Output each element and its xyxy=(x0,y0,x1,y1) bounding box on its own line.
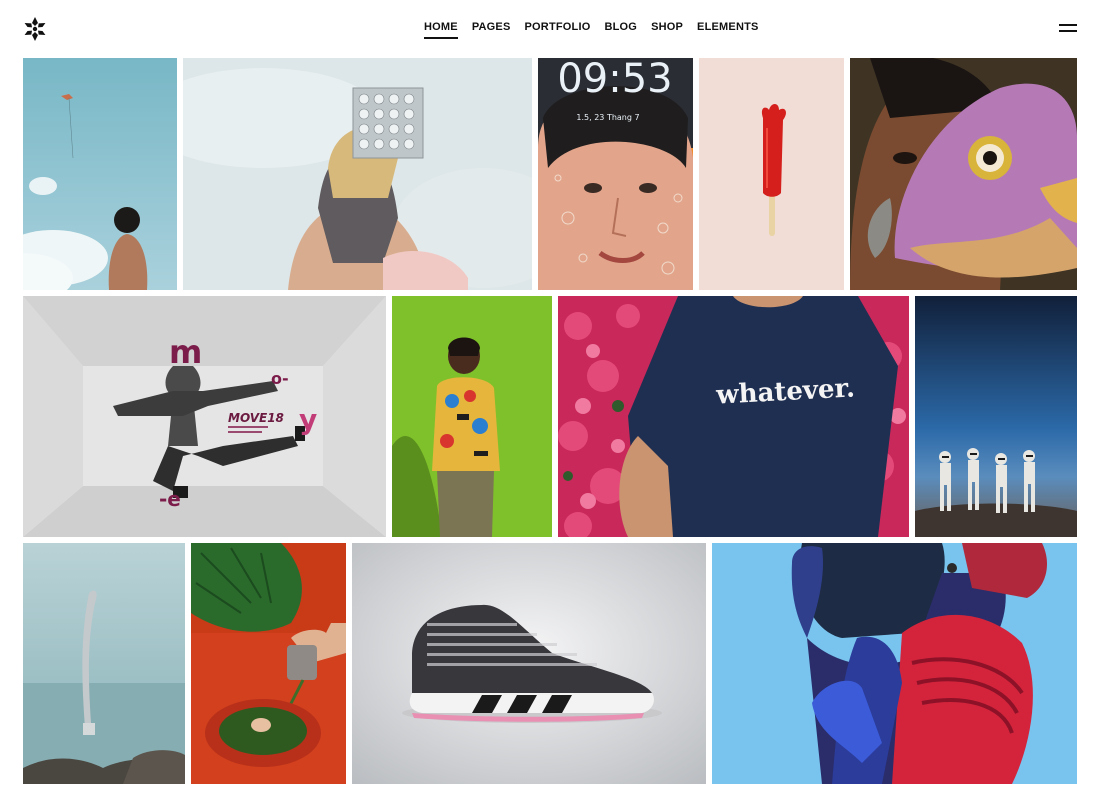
snowflake-logo-icon[interactable] xyxy=(22,16,48,42)
poster-letter-y: y xyxy=(299,403,317,436)
main-navigation: HOME PAGES PORTFOLIO BLOG SHOP ELEMENTS xyxy=(424,21,759,39)
gallery-item-fish-face[interactable] xyxy=(850,58,1077,290)
poster-title-text: MOVE18 xyxy=(228,411,284,425)
nav-shop[interactable]: SHOP xyxy=(651,21,683,39)
nav-portfolio[interactable]: PORTFOLIO xyxy=(525,21,591,39)
gallery-item-whatever-tshirt[interactable]: whatever. xyxy=(558,296,909,537)
nav-elements[interactable]: ELEMENTS xyxy=(697,21,759,39)
gallery-item-move18-poster[interactable]: m o- y -e MOVE18 xyxy=(23,296,386,537)
phone-clock-text: 09:53 xyxy=(557,58,672,102)
gallery-item-popsicle[interactable] xyxy=(699,58,844,290)
nav-home[interactable]: HOME xyxy=(424,21,458,39)
gallery-item-green-soup[interactable] xyxy=(191,543,346,784)
gallery-item-neon-portrait[interactable] xyxy=(712,543,1077,784)
phone-date-text: 1.5, 23 Thang 7 xyxy=(576,113,639,122)
site-header: HOME PAGES PORTFOLIO BLOG SHOP ELEMENTS xyxy=(0,0,1100,56)
poster-letter-o: o- xyxy=(271,369,289,388)
poster-letter-m: m xyxy=(169,333,202,371)
gallery-item-fork-sea[interactable] xyxy=(23,543,185,784)
hamburger-menu-icon[interactable] xyxy=(1059,24,1077,34)
poster-letter-e: -e xyxy=(159,487,181,511)
gallery-item-green-wall-man[interactable] xyxy=(392,296,552,537)
gallery-item-phone-face[interactable]: 09:53 1.5, 23 Thang 7 xyxy=(538,58,693,290)
gallery-item-stormtroopers[interactable] xyxy=(915,296,1077,537)
nav-pages[interactable]: PAGES xyxy=(472,21,511,39)
gallery-item-sneaker[interactable] xyxy=(352,543,706,784)
gallery-item-woman-sequins[interactable] xyxy=(183,58,532,290)
nav-blog[interactable]: BLOG xyxy=(604,21,637,39)
gallery-item-kite-boy[interactable] xyxy=(23,58,177,290)
